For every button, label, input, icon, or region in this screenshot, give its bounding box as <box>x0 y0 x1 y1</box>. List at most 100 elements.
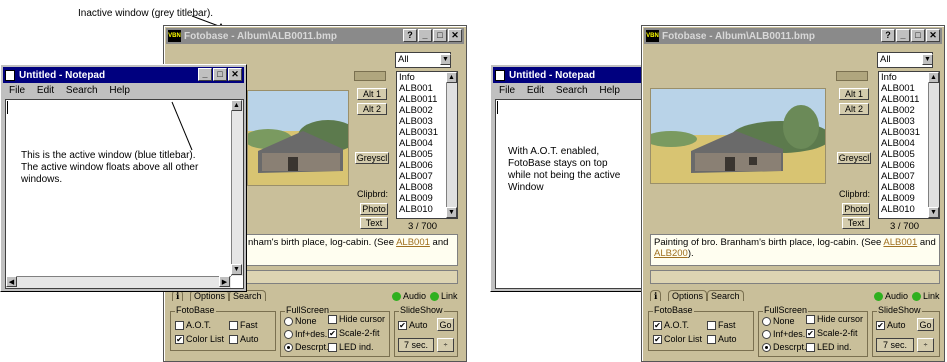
scale-checkbox[interactable]: ✔ Scale-2-fit <box>328 328 380 338</box>
minimize-icon-2[interactable]: _ <box>896 29 910 42</box>
notepad-scroll-left-icon[interactable]: ◀ <box>6 276 17 287</box>
maximize-icon-2[interactable]: □ <box>911 29 925 42</box>
link-alb001-2[interactable]: ALB001 <box>883 237 917 248</box>
interval-spinner-2[interactable]: ÷ <box>917 338 934 352</box>
notepad-scroll-down-icon[interactable]: ▼ <box>231 264 242 275</box>
menu-edit-2[interactable]: Edit <box>527 85 544 96</box>
greyscale-button[interactable]: Greyscl <box>355 152 389 164</box>
text-button-2[interactable]: Text <box>842 217 870 229</box>
link-alb001[interactable]: ALB001 <box>396 237 430 248</box>
greyscale-button-2[interactable]: Greyscl <box>837 152 871 164</box>
go-button-2[interactable]: Go <box>917 318 934 331</box>
scroll-up-icon[interactable]: ▲ <box>446 72 457 83</box>
alt2-button[interactable]: Alt 2 <box>357 103 387 115</box>
color-list-checkbox[interactable]: ✔ Color List <box>175 334 224 344</box>
fotobase-window-aot: VBN Fotobase - Album\ALB0011.bmp ? _ □ ✕… <box>641 25 945 362</box>
led-checkbox[interactable]: LED ind. <box>328 342 374 352</box>
caption-connector <box>171 101 193 151</box>
alt1-button-2[interactable]: Alt 1 <box>839 88 869 100</box>
group-fullscreen: FullScreen None Inf+des. Descrpt. Hide c… <box>280 305 390 357</box>
auto-checkbox[interactable]: Auto <box>229 334 259 344</box>
fotobase-titlebar-2[interactable]: VBN Fotobase - Album\ALB0011.bmp ? _ □ ✕ <box>644 28 942 44</box>
close-icon[interactable]: ✕ <box>448 29 462 42</box>
chevron-down-icon-2[interactable]: ▼ <box>922 54 933 65</box>
help-icon-2[interactable]: ? <box>881 29 895 42</box>
none-radio-2[interactable]: None <box>762 316 795 326</box>
close-icon-2[interactable]: ✕ <box>926 29 940 42</box>
notepad-menubar-2: File Edit Search Help <box>499 85 629 96</box>
fast-checkbox-2[interactable]: Fast <box>707 320 736 330</box>
menu-edit[interactable]: Edit <box>37 85 54 96</box>
descript-radio-2[interactable]: Descrpt. <box>762 342 807 352</box>
group-fotobase: FotoBase A.O.T. Fast ✔ Color List Auto <box>170 305 276 351</box>
scroll-down-icon-2[interactable]: ▼ <box>928 207 939 218</box>
fotobase-app-icon-2: VBN <box>646 30 659 42</box>
notepad-minimize-icon[interactable]: _ <box>198 68 212 81</box>
chevron-down-icon[interactable]: ▼ <box>440 54 451 65</box>
scroll-up-icon-2[interactable]: ▲ <box>928 72 939 83</box>
slideshow-auto-checkbox[interactable]: ✔ Auto <box>398 320 428 330</box>
go-button[interactable]: Go <box>437 318 454 331</box>
menu-search-2[interactable]: Search <box>556 85 588 96</box>
hide-cursor-checkbox[interactable]: Hide cursor <box>328 314 385 324</box>
color-swatch <box>354 71 386 81</box>
help-icon[interactable]: ? <box>403 29 417 42</box>
fotobase-titlebar[interactable]: VBN Fotobase - Album\ALB0011.bmp ? _ □ ✕ <box>166 28 464 44</box>
interval-value[interactable]: 7 sec. <box>398 338 434 352</box>
notepad-text-area-2[interactable]: With A.O.T. enabled, FotoBase stays on t… <box>495 99 649 289</box>
album-list-scrollbar-2[interactable] <box>928 72 939 218</box>
interval-value-2[interactable]: 7 sec. <box>876 338 914 352</box>
photo-button[interactable]: Photo <box>360 203 388 215</box>
tab-options-2[interactable]: Options <box>668 290 708 301</box>
link-alb200[interactable]: ALB200 <box>654 248 688 259</box>
notepad-title: Untitled - Notepad <box>19 69 106 81</box>
notepad-hscroll[interactable] <box>6 276 231 288</box>
photo-button-2[interactable]: Photo <box>842 203 870 215</box>
hide-cursor-checkbox-2[interactable]: Hide cursor <box>806 314 863 324</box>
notepad-icon-2 <box>495 69 505 81</box>
audio-status-2: Audio <box>874 291 908 302</box>
notepad-scroll-right-icon[interactable]: ▶ <box>219 276 230 287</box>
notepad-title-2: Untitled - Notepad <box>509 69 596 81</box>
tab-search-2[interactable]: Search <box>707 290 744 301</box>
alt1-button[interactable]: Alt 1 <box>357 88 387 100</box>
led-checkbox-2[interactable]: LED ind. <box>806 342 852 352</box>
color-list-checkbox-2[interactable]: ✔ Color List <box>653 334 702 344</box>
link-led-icon-2 <box>912 292 921 302</box>
menu-file[interactable]: File <box>9 85 25 96</box>
scroll-down-icon[interactable]: ▼ <box>446 207 457 218</box>
status-field-2 <box>650 270 940 284</box>
notepad-window-background: Untitled - Notepad File Edit Search Help… <box>490 64 650 292</box>
status-field <box>244 270 458 284</box>
menu-help-2[interactable]: Help <box>599 85 620 96</box>
menu-help[interactable]: Help <box>109 85 130 96</box>
alt2-button-2[interactable]: Alt 2 <box>839 103 869 115</box>
maximize-icon[interactable]: □ <box>433 29 447 42</box>
info-des-radio[interactable]: Inf+des. <box>284 329 327 339</box>
menu-file-2[interactable]: File <box>499 85 515 96</box>
auto-checkbox-2[interactable]: Auto <box>707 334 737 344</box>
info-des-radio-2[interactable]: Inf+des. <box>762 329 805 339</box>
description-box-2: Painting of bro. Branham's birth place, … <box>650 234 940 266</box>
menu-search[interactable]: Search <box>66 85 98 96</box>
minimize-icon[interactable]: _ <box>418 29 432 42</box>
group-slideshow-2: SlideShow ✔ Auto Go 7 sec. ÷ <box>872 305 940 357</box>
fast-checkbox[interactable]: Fast <box>229 320 258 330</box>
notepad-close-icon[interactable]: ✕ <box>228 68 242 81</box>
notepad-titlebar[interactable]: Untitled - Notepad _ □ ✕ <box>3 67 244 83</box>
text-button[interactable]: Text <box>360 217 388 229</box>
text-cursor <box>7 101 8 114</box>
scale-checkbox-2[interactable]: ✔ Scale-2-fit <box>806 328 858 338</box>
aot-checkbox-2[interactable]: ✔ A.O.T. <box>653 320 689 330</box>
none-radio[interactable]: None <box>284 316 317 326</box>
aot-checkbox[interactable]: A.O.T. <box>175 320 211 330</box>
notepad-maximize-icon[interactable]: □ <box>213 68 227 81</box>
descript-radio[interactable]: Descrpt. <box>284 342 329 352</box>
slideshow-auto-checkbox-2[interactable]: ✔ Auto <box>876 320 906 330</box>
album-list-scrollbar[interactable] <box>446 72 457 218</box>
notepad-titlebar-2[interactable]: Untitled - Notepad <box>493 67 647 83</box>
link-status-2: Link <box>912 291 940 302</box>
tab-info-2[interactable]: ℹ <box>650 290 662 301</box>
image-counter: 3 / 700 <box>408 221 438 232</box>
interval-spinner[interactable]: ÷ <box>437 338 454 352</box>
